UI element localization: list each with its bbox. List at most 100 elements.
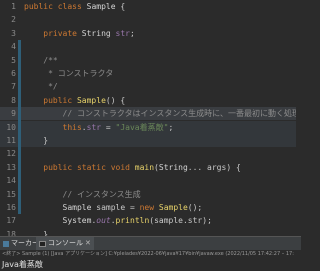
- code-token: new: [139, 203, 159, 212]
- code-token: =: [101, 122, 116, 132]
- code-line[interactable]: 9 // コンストラクタはインスタンス生成時に、一番最初に動く処理です。: [0, 107, 301, 121]
- line-number: 7: [11, 82, 16, 92]
- code-token: println: [115, 216, 150, 226]
- line-number: 18: [6, 229, 16, 236]
- code-line[interactable]: 3 private String str;: [0, 27, 301, 40]
- code-text: // コンストラクタはインスタンス生成時に、一番最初に動く処理です。: [24, 107, 301, 120]
- code-line[interactable]: 14: [0, 174, 301, 187]
- code-token: */: [24, 82, 58, 92]
- code-token: Sample: [86, 2, 121, 11]
- code-line[interactable]: 1 public class Sample {: [0, 0, 301, 13]
- code-token: sample =: [96, 203, 140, 212]
- code-token: }: [24, 136, 49, 145]
- line-number: 16: [6, 203, 16, 212]
- code-line[interactable]: 16 Sample sample = new Sample();: [0, 201, 301, 214]
- code-text: private String str;: [24, 27, 135, 40]
- code-token: "Java着蒸敵": [115, 122, 169, 132]
- code-text: * コンストラクタ: [24, 67, 113, 80]
- console-output: Java着蒸敵: [2, 260, 43, 269]
- line-number: 4: [11, 42, 16, 52]
- code-token: String: [81, 28, 116, 38]
- code-line[interactable]: 6 * コンストラクタ: [0, 67, 301, 80]
- code-token: str: [115, 28, 130, 38]
- code-token: str: [86, 122, 102, 132]
- line-number: 14: [6, 176, 16, 186]
- tab-console-label: コンソール: [48, 239, 83, 247]
- line-number: 6: [11, 69, 16, 78]
- vertical-scrollbar[interactable]: [296, 0, 301, 236]
- code-text: }: [24, 228, 48, 236]
- code-text: Sample sample = new Sample();: [24, 201, 203, 214]
- code-line[interactable]: 2: [0, 13, 301, 26]
- line-number: 3: [11, 28, 16, 38]
- line-number: 13: [6, 162, 16, 172]
- code-line[interactable]: 12: [0, 147, 301, 160]
- code-line[interactable]: 18 }: [0, 228, 301, 236]
- close-icon[interactable]: ✕: [85, 237, 91, 250]
- code-token: ;: [129, 28, 135, 38]
- code-line[interactable]: 15 // インスタンス生成: [0, 188, 301, 201]
- console-status: <終了> Sample (1) [Java アプリケーション] C:¥pleia…: [2, 251, 294, 257]
- code-token: ... args) {: [187, 162, 241, 172]
- code-text: */: [24, 80, 58, 93]
- code-token: ;: [168, 122, 174, 132]
- code-line[interactable]: 13 public static void main(String... arg…: [0, 161, 301, 174]
- code-text: public class Sample {: [24, 0, 125, 13]
- code-token: Sample: [158, 203, 188, 212]
- code-token: ();: [187, 203, 203, 212]
- code-token: public: [24, 95, 77, 105]
- code-token: // コンストラクタはインスタンス生成時に、一番最初に動く処理です。: [24, 109, 301, 119]
- code-line[interactable]: 17 System.out.println(sample.str);: [0, 214, 301, 227]
- line-number: 1: [11, 2, 16, 11]
- line-number: 5: [11, 55, 16, 65]
- code-editor[interactable]: 1 public class Sample {2 3 private String …: [0, 0, 301, 236]
- code-token: () {: [105, 95, 126, 105]
- code-token: {: [120, 2, 126, 11]
- code-text: System.out.println(sample.str);: [24, 214, 212, 227]
- code-token: Sample: [76, 95, 106, 105]
- code-token: * コンストラクタ: [24, 69, 114, 78]
- code-text: }: [24, 134, 48, 147]
- code-token: Sample: [24, 203, 97, 212]
- code-line[interactable]: 11 }: [0, 134, 301, 147]
- code-text: /**: [24, 54, 58, 67]
- line-number: 2: [11, 15, 16, 25]
- code-token: out: [96, 216, 111, 226]
- code-line[interactable]: 7 */: [0, 80, 301, 93]
- line-number: 10: [6, 122, 16, 132]
- line-number: 8: [11, 95, 16, 105]
- code-line[interactable]: 4: [0, 40, 301, 53]
- code-token: String: [158, 162, 188, 172]
- line-number: 17: [6, 216, 16, 226]
- bottom-panel-tabbar: マーカー コンソール ✕: [0, 236, 301, 250]
- console-icon: [39, 240, 46, 247]
- code-token: this: [24, 122, 82, 132]
- code-text: // インスタンス生成: [24, 188, 141, 201]
- code-line[interactable]: 10 this.str = "Java着蒸敵";: [0, 120, 301, 134]
- line-number: 15: [6, 189, 16, 199]
- code-token: (sample.str);: [149, 216, 212, 226]
- line-number: 12: [6, 149, 16, 159]
- code-token: public: [24, 2, 58, 11]
- tab-console[interactable]: コンソール ✕: [36, 237, 94, 250]
- code-token: private: [24, 28, 82, 38]
- code-text: public static void main(String... args) …: [24, 161, 241, 174]
- code-token: // インスタンス生成: [24, 189, 141, 199]
- tab-markers[interactable]: マーカー: [3, 237, 39, 250]
- markers-icon: [3, 240, 9, 247]
- code-line[interactable]: 5 /**: [0, 54, 301, 67]
- code-text: this.str = "Java着蒸敵";: [24, 121, 174, 134]
- code-token: main: [134, 162, 155, 172]
- code-token: class: [57, 2, 87, 11]
- gutter-change-marker: [18, 160, 21, 215]
- code-text: public Sample() {: [24, 94, 125, 107]
- line-number: 9: [11, 109, 16, 119]
- line-number: 11: [6, 136, 16, 145]
- code-token: public static void: [24, 162, 135, 172]
- code-token: /**: [24, 55, 58, 65]
- gutter-change-marker: [18, 93, 21, 161]
- code-line[interactable]: 8 public Sample() {: [0, 94, 301, 107]
- console-view[interactable]: <終了> Sample (1) [Java アプリケーション] C:¥pleia…: [0, 250, 301, 271]
- tab-markers-label: マーカー: [11, 239, 39, 247]
- code-token: System: [24, 216, 92, 226]
